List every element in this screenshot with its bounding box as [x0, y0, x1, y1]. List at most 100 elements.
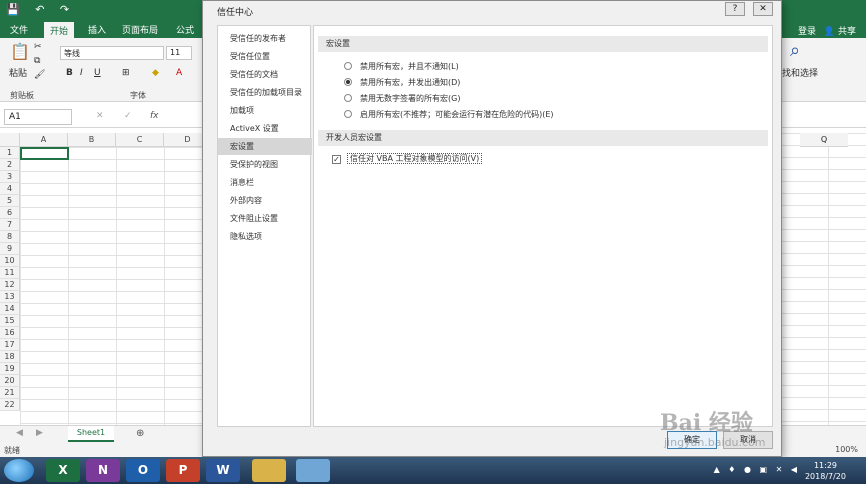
font-color-icon[interactable]: A	[176, 68, 182, 78]
taskbar-excel[interactable]: X	[46, 459, 80, 482]
scroll-left-icon[interactable]: ◀	[16, 428, 23, 438]
nav-trusted-locations[interactable]: 受信任位置	[218, 48, 312, 65]
row-header[interactable]: 6	[0, 207, 20, 219]
row-header[interactable]: 15	[0, 315, 20, 327]
taskbar-powerpoint[interactable]: P	[166, 459, 200, 482]
row-header[interactable]: 12	[0, 279, 20, 291]
nav-activex-settings[interactable]: ActiveX 设置	[218, 120, 312, 137]
cut-icon[interactable]: ✂	[34, 42, 42, 52]
col-header-b[interactable]: B	[68, 133, 116, 147]
nav-trusted-addin-catalogs[interactable]: 受信任的加载项目录	[218, 84, 312, 101]
italic-button[interactable]: I	[80, 68, 83, 78]
macro-option-label: 禁用所有宏，并发出通知(D)	[360, 78, 461, 87]
macro-option-disable-unsigned[interactable]: 禁用无数字签署的所有宏(G)	[344, 92, 460, 106]
col-header-q[interactable]: Q	[800, 133, 848, 147]
nav-macro-settings[interactable]: 宏设置	[218, 138, 312, 155]
fill-color-icon[interactable]: ◆	[152, 68, 159, 78]
macro-option-enable-all[interactable]: 启用所有宏(不推荐；可能会运行有潜在危险的代码)(E)	[344, 108, 554, 122]
vba-trust-checkbox[interactable]: ✓ 信任对 VBA 工程对象模型的访问(V)	[332, 152, 483, 166]
taskbar-word[interactable]: W	[206, 459, 240, 482]
row-header[interactable]: 22	[0, 399, 20, 411]
tab-page-layout[interactable]: 页面布局	[122, 23, 158, 36]
baidu-watermark-url: jingyan.baidu.com	[664, 436, 766, 449]
find-select-button[interactable]: 找和选择	[782, 66, 818, 79]
paste-button[interactable]: 粘贴	[9, 66, 27, 79]
border-icon[interactable]: ⊞	[122, 68, 130, 78]
col-header-a[interactable]: A	[20, 133, 68, 147]
insert-function-button[interactable]: fx	[150, 111, 159, 121]
row-header[interactable]: 1	[0, 147, 20, 159]
row-header[interactable]: 8	[0, 231, 20, 243]
close-button[interactable]: ✕	[753, 2, 773, 16]
nav-external-content[interactable]: 外部内容	[218, 192, 312, 209]
zoom-level[interactable]: 100%	[835, 445, 858, 454]
row-header[interactable]: 2	[0, 159, 20, 171]
select-all-corner[interactable]	[0, 133, 20, 147]
nav-file-block-settings[interactable]: 文件阻止设置	[218, 210, 312, 227]
help-button[interactable]: ?	[725, 2, 745, 16]
radio-icon	[344, 62, 352, 70]
radio-selected-icon	[344, 78, 352, 86]
taskbar-explorer[interactable]	[252, 459, 286, 482]
taskbar-window[interactable]	[296, 459, 330, 482]
tab-formulas[interactable]: 公式	[176, 23, 194, 36]
row-header[interactable]: 19	[0, 363, 20, 375]
enter-icon[interactable]: ✓	[124, 111, 132, 121]
nav-trusted-publishers[interactable]: 受信任的发布者	[218, 30, 312, 47]
find-icon[interactable]: ⌕	[790, 40, 800, 61]
nav-message-bar[interactable]: 消息栏	[218, 174, 312, 191]
row-header[interactable]: 16	[0, 327, 20, 339]
row-header[interactable]: 5	[0, 195, 20, 207]
dialog-titlebar[interactable]: 信任中心 ? ✕	[203, 1, 781, 21]
nav-trusted-documents[interactable]: 受信任的文档	[218, 66, 312, 83]
copy-icon[interactable]: ⧉	[34, 56, 40, 66]
cancel-icon[interactable]: ✕	[96, 111, 104, 121]
start-button[interactable]	[4, 459, 34, 482]
row-header[interactable]: 3	[0, 171, 20, 183]
macro-option-disable-no-notify[interactable]: 禁用所有宏，并且不通知(L)	[344, 60, 459, 74]
tab-home[interactable]: 开始	[44, 22, 75, 38]
share-label: 共享	[837, 27, 856, 37]
row-header[interactable]: 10	[0, 255, 20, 267]
scroll-right-icon[interactable]: ▶	[36, 428, 43, 438]
paste-icon[interactable]: 📋	[10, 42, 30, 61]
row-header[interactable]: 18	[0, 351, 20, 363]
quick-access-toolbar[interactable]: 💾 ↶ ↷	[6, 3, 75, 16]
tab-file[interactable]: 文件	[10, 23, 28, 36]
row-header[interactable]: 20	[0, 375, 20, 387]
col-header-c[interactable]: C	[116, 133, 164, 147]
font-name-select[interactable]: 等线	[60, 46, 164, 60]
taskbar-onenote[interactable]: N	[86, 459, 120, 482]
add-sheet-icon[interactable]: ⊕	[136, 428, 144, 439]
login-link[interactable]: 登录	[798, 24, 816, 37]
taskbar-clock[interactable]: 11:29 2018/7/20	[805, 460, 846, 482]
row-header[interactable]: 11	[0, 267, 20, 279]
underline-button[interactable]: U	[94, 68, 101, 78]
cell-area[interactable]	[20, 147, 210, 425]
row-header[interactable]: 17	[0, 339, 20, 351]
nav-privacy-options[interactable]: 隐私选项	[218, 228, 312, 245]
worksheet-grid[interactable]: A B C D 1 2 3 4 5 6 7 8 9 10 11 12 13 14 15 16 17 18 19 20 2…	[0, 133, 210, 425]
row-header[interactable]: 9	[0, 243, 20, 255]
clock-time: 11:29	[813, 461, 838, 470]
row-header[interactable]: 4	[0, 183, 20, 195]
format-painter-icon[interactable]: 🖌	[34, 70, 45, 80]
row-header[interactable]: 21	[0, 387, 20, 399]
macro-option-disable-notify[interactable]: 禁用所有宏，并发出通知(D)	[344, 76, 460, 90]
name-box[interactable]: A1	[4, 109, 72, 125]
sheet-tab-sheet1[interactable]: Sheet1	[68, 426, 114, 442]
row-header[interactable]: 13	[0, 291, 20, 303]
worksheet-grid-right[interactable]	[780, 133, 866, 425]
tab-insert[interactable]: 插入	[88, 23, 106, 36]
font-size-select[interactable]: 11	[166, 46, 192, 60]
taskbar-outlook[interactable]: O	[126, 459, 160, 482]
radio-icon	[344, 110, 352, 118]
nav-addins[interactable]: 加载项	[218, 102, 312, 119]
system-tray-icons[interactable]: ▲ ♦ ● ▣ ✕ ◀	[714, 465, 800, 474]
bold-button[interactable]: B	[66, 68, 73, 78]
share-button[interactable]: 👤 共享	[824, 24, 856, 37]
active-cell[interactable]	[20, 147, 69, 160]
nav-protected-view[interactable]: 受保护的视图	[218, 156, 312, 173]
row-header[interactable]: 14	[0, 303, 20, 315]
row-header[interactable]: 7	[0, 219, 20, 231]
